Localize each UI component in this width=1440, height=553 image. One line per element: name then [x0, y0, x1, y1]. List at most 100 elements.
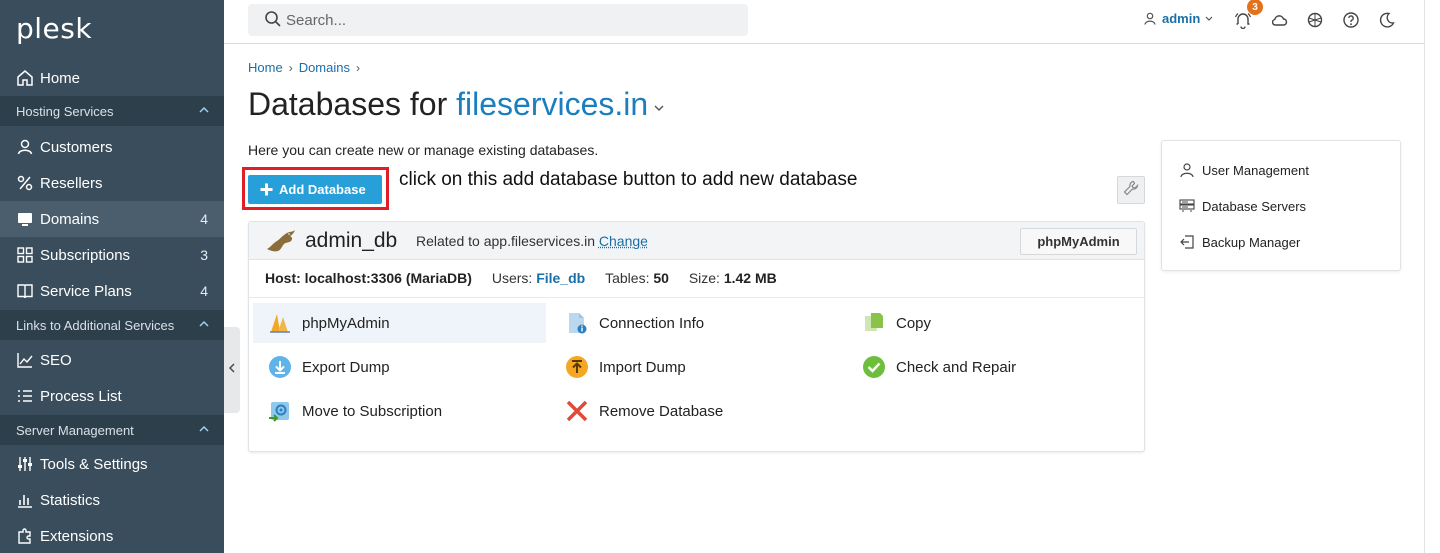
- user-name: admin: [1162, 11, 1200, 26]
- book-icon: [16, 282, 34, 300]
- document-info-icon: [564, 310, 590, 336]
- chevron-up-icon: [198, 104, 210, 119]
- notifications-bell-icon[interactable]: [1234, 11, 1252, 34]
- upload-icon: [564, 354, 590, 380]
- backup-manager-link[interactable]: Backup Manager: [1178, 233, 1300, 251]
- sidebar-item-statistics[interactable]: Statistics: [0, 482, 224, 518]
- action-check-and-repair[interactable]: Check and Repair: [847, 347, 1137, 387]
- chevron-down-icon[interactable]: [654, 99, 664, 115]
- scrollbar[interactable]: [1424, 0, 1440, 553]
- mariadb-seal-icon: [265, 229, 297, 258]
- database-card: admin_db Related to app.fileservices.in …: [248, 221, 1145, 452]
- server-icon: [1178, 197, 1196, 215]
- breadcrumb: Home › Domains ›: [248, 60, 366, 75]
- users-link[interactable]: File_db: [536, 270, 585, 286]
- size-value: 1.42 MB: [724, 270, 777, 286]
- sidebar-item-extensions[interactable]: Extensions: [0, 518, 224, 553]
- chevron-right-icon: ›: [356, 61, 360, 75]
- help-icon[interactable]: [1342, 11, 1360, 34]
- percent-icon: [16, 174, 34, 192]
- sidebar-item-service-plans[interactable]: Service Plans 4: [0, 273, 224, 309]
- user-icon: [1178, 161, 1196, 179]
- user-menu[interactable]: admin: [1144, 11, 1213, 26]
- change-link[interactable]: Change: [599, 233, 648, 249]
- domains-count: 4: [200, 211, 208, 227]
- sidebar-item-label: Resellers: [40, 175, 103, 192]
- action-copy[interactable]: Copy: [847, 303, 1137, 343]
- cloud-icon[interactable]: [1270, 11, 1288, 34]
- service-plans-count: 4: [200, 283, 208, 299]
- puzzle-icon: [16, 527, 34, 545]
- grid-icon: [16, 246, 34, 264]
- action-export-dump[interactable]: Export Dump: [253, 347, 546, 387]
- sliders-icon: [16, 455, 34, 473]
- chevron-right-icon: ›: [289, 61, 293, 75]
- page-description: Here you can create new or manage existi…: [248, 142, 598, 158]
- plus-icon: [260, 181, 273, 199]
- sidebar-item-label: Service Plans: [40, 283, 132, 300]
- top-bar: admin 3: [224, 0, 1424, 44]
- action-phpmyadmin[interactable]: phpMyAdmin: [253, 303, 546, 343]
- divider: [249, 297, 1144, 298]
- notifications-badge: 3: [1247, 0, 1263, 15]
- chevron-up-icon: [198, 423, 210, 438]
- sidebar-item-label: SEO: [40, 352, 72, 369]
- side-panel: User Management Database Servers Backup …: [1161, 140, 1401, 271]
- page-title: Databases for fileservices.in: [248, 86, 664, 123]
- database-servers-link[interactable]: Database Servers: [1178, 197, 1306, 215]
- tables-value: 50: [653, 270, 669, 286]
- sidebar-item-label: Tools & Settings: [40, 456, 148, 473]
- sidebar-item-customers[interactable]: Customers: [0, 129, 224, 165]
- sidebar-item-process-list[interactable]: Process List: [0, 378, 224, 414]
- user-icon: [1144, 12, 1156, 25]
- action-import-dump[interactable]: Import Dump: [550, 347, 840, 387]
- user-management-link[interactable]: User Management: [1178, 161, 1309, 179]
- section-hosting-services[interactable]: Hosting Services: [0, 96, 224, 126]
- section-server-management[interactable]: Server Management: [0, 415, 224, 445]
- user-icon: [16, 138, 34, 156]
- action-remove-database[interactable]: Remove Database: [550, 391, 840, 431]
- section-links-additional-services[interactable]: Links to Additional Services: [0, 310, 224, 340]
- search-icon: [264, 10, 282, 33]
- sidebar-item-label: Domains: [40, 211, 99, 228]
- phpmyadmin-sail-icon: [267, 310, 293, 336]
- shield-icon[interactable]: [1306, 11, 1324, 34]
- plesk-logo[interactable]: plesk: [16, 12, 92, 45]
- action-connection-info[interactable]: Connection Info: [550, 303, 840, 343]
- database-related: Related to app.fileservices.in Change: [416, 233, 648, 249]
- sidebar-item-subscriptions[interactable]: Subscriptions 3: [0, 237, 224, 273]
- database-info: Host: localhost:3306 (MariaDB) Users: Fi…: [265, 270, 777, 286]
- sidebar-item-label: Process List: [40, 388, 122, 405]
- check-circle-icon: [861, 354, 887, 380]
- add-database-button[interactable]: Add Database: [248, 175, 382, 204]
- breadcrumb-domains[interactable]: Domains: [299, 60, 350, 75]
- database-card-header: admin_db Related to app.fileservices.in …: [249, 222, 1144, 260]
- chevron-down-icon: [1205, 16, 1213, 22]
- sidebar-collapse-handle[interactable]: [224, 327, 240, 413]
- monitor-icon: [16, 210, 34, 228]
- sidebar-item-label: Extensions: [40, 528, 113, 545]
- sidebar-item-domains[interactable]: Domains 4: [0, 201, 224, 237]
- tools-wrench-button[interactable]: [1117, 176, 1145, 204]
- gear-move-icon: [267, 398, 293, 424]
- sidebar-item-label: Subscriptions: [40, 247, 130, 264]
- sidebar-item-label: Statistics: [40, 492, 100, 509]
- action-move-to-subscription[interactable]: Move to Subscription: [253, 391, 546, 431]
- host-value: localhost:3306 (MariaDB): [305, 270, 472, 286]
- remove-x-icon: [564, 398, 590, 424]
- sidebar-item-home[interactable]: Home: [0, 60, 224, 96]
- sidebar-item-tools-settings[interactable]: Tools & Settings: [0, 446, 224, 482]
- sidebar-item-resellers[interactable]: Resellers: [0, 165, 224, 201]
- sidebar: plesk Home Hosting Services Customers Re…: [0, 0, 224, 553]
- domain-switcher[interactable]: fileservices.in: [456, 86, 648, 122]
- phpmyadmin-button[interactable]: phpMyAdmin: [1020, 228, 1137, 255]
- sidebar-item-label: Customers: [40, 139, 113, 156]
- sidebar-item-label: Home: [40, 70, 80, 87]
- download-icon: [267, 354, 293, 380]
- dark-mode-moon-icon[interactable]: [1378, 11, 1396, 34]
- breadcrumb-home[interactable]: Home: [248, 60, 283, 75]
- backup-icon: [1178, 233, 1196, 251]
- wrench-icon: [1123, 180, 1139, 201]
- search-input[interactable]: [286, 6, 726, 34]
- sidebar-item-seo[interactable]: SEO: [0, 342, 224, 378]
